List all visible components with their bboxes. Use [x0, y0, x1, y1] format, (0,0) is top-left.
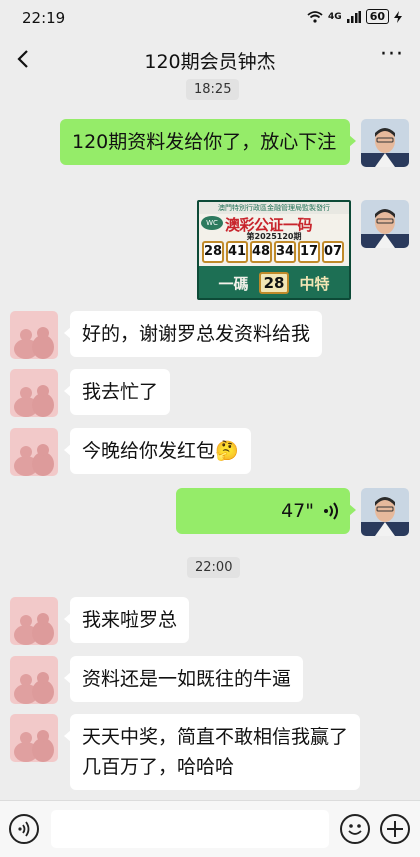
message-text: 我去忙了	[82, 381, 159, 403]
message-bubble-received[interactable]: 天天中奖，简直不敢相信我赢了几百万了，哈哈哈	[64, 714, 360, 790]
lottery-image[interactable]: 澳門特別行政區金融管理局監製發行 WC 澳彩公证一码 第2025120期 28 …	[197, 200, 351, 300]
message-text: 我来啦罗总	[82, 609, 178, 631]
avatar[interactable]	[10, 369, 58, 417]
message-bubble-received[interactable]: 好的，谢谢罗总发资料给我	[63, 311, 323, 357]
voice-toggle-icon	[18, 821, 30, 837]
timestamp: 18:25	[186, 79, 240, 100]
plus-button[interactable]	[380, 814, 410, 844]
lottery-number: 48	[250, 241, 272, 263]
lottery-number: 28	[202, 241, 224, 263]
lottery-number: 34	[274, 241, 296, 263]
avatar[interactable]	[361, 119, 409, 167]
avatar-man-icon	[361, 119, 409, 167]
chat-title: 120期会员钟杰	[144, 51, 276, 73]
lottery-footer-number: 28	[258, 272, 290, 294]
voice-toggle-button[interactable]	[9, 814, 39, 844]
lottery-header: 澳門特別行政區金融管理局監製發行	[199, 202, 349, 214]
voice-wave-icon	[324, 502, 338, 520]
avatar[interactable]	[10, 428, 58, 476]
avatar-pink-icon	[10, 369, 58, 417]
status-time: 22:19	[22, 9, 66, 27]
avatar-pink-icon	[10, 428, 58, 476]
avatar-man-icon	[361, 488, 409, 536]
wifi-icon	[307, 10, 323, 23]
avatar[interactable]	[361, 488, 409, 536]
nav-bar: 120期会员钟杰 ···	[0, 36, 420, 82]
network-label: 4G	[328, 11, 342, 22]
lottery-footer-left: 一碼	[218, 274, 249, 293]
message-text: 资料还是一如既往的牛逼	[82, 668, 292, 690]
message-bubble-received[interactable]: 我去忙了	[63, 369, 171, 415]
message-text: 120期资料发给你了，放心下注	[72, 131, 337, 153]
voice-duration: 47"	[281, 500, 314, 522]
avatar-pink-icon	[10, 714, 58, 762]
lottery-number: 41	[226, 241, 248, 263]
avatar[interactable]	[10, 597, 58, 645]
lottery-logo: WC	[201, 216, 223, 230]
charging-icon	[394, 10, 402, 23]
lottery-numbers: 28 41 48 34 17 07	[202, 241, 344, 263]
message-input[interactable]	[51, 810, 329, 848]
avatar-pink-icon	[10, 311, 58, 359]
battery-indicator: 60	[365, 9, 389, 24]
emoji-button[interactable]	[340, 814, 370, 844]
signal-icon	[346, 10, 361, 23]
emoji-icon	[348, 824, 362, 835]
message-bubble-received[interactable]: 资料还是一如既往的牛逼	[63, 656, 304, 702]
avatar[interactable]	[10, 311, 58, 359]
lottery-number: 17	[298, 241, 320, 263]
lottery-footer-right: 中特	[299, 274, 330, 293]
message-text: 天天中奖，简直不敢相信我赢了几百万了，哈哈哈	[82, 726, 349, 778]
avatar[interactable]	[361, 200, 409, 248]
status-icons: 4G 60	[307, 9, 402, 24]
message-bubble-sent[interactable]: 120期资料发给你了，放心下注	[60, 119, 356, 165]
more-button[interactable]: ···	[380, 42, 404, 67]
lottery-number: 07	[322, 241, 344, 263]
message-bubble-received[interactable]: 今晚给你发红包🤔	[64, 428, 251, 474]
lottery-body: WC 澳彩公证一码 第2025120期 28 41 48 34 17 07	[199, 214, 349, 266]
status-bar: 22:19 4G 60	[0, 0, 420, 36]
input-bar	[0, 800, 420, 857]
more-dots-icon: ···	[380, 42, 404, 67]
avatar-pink-icon	[10, 656, 58, 704]
avatar[interactable]	[10, 656, 58, 704]
plus-icon	[387, 821, 403, 837]
message-text: 好的，谢谢罗总发资料给我	[82, 323, 311, 345]
timestamp: 22:00	[187, 557, 241, 578]
message-text: 今晚给你发红包🤔	[82, 440, 239, 462]
avatar-pink-icon	[10, 597, 58, 645]
message-bubble-received[interactable]: 我来啦罗总	[63, 597, 190, 643]
avatar[interactable]	[10, 714, 58, 762]
lottery-footer: 一碼 28 中特	[199, 268, 349, 298]
avatar-man-icon	[361, 200, 409, 248]
